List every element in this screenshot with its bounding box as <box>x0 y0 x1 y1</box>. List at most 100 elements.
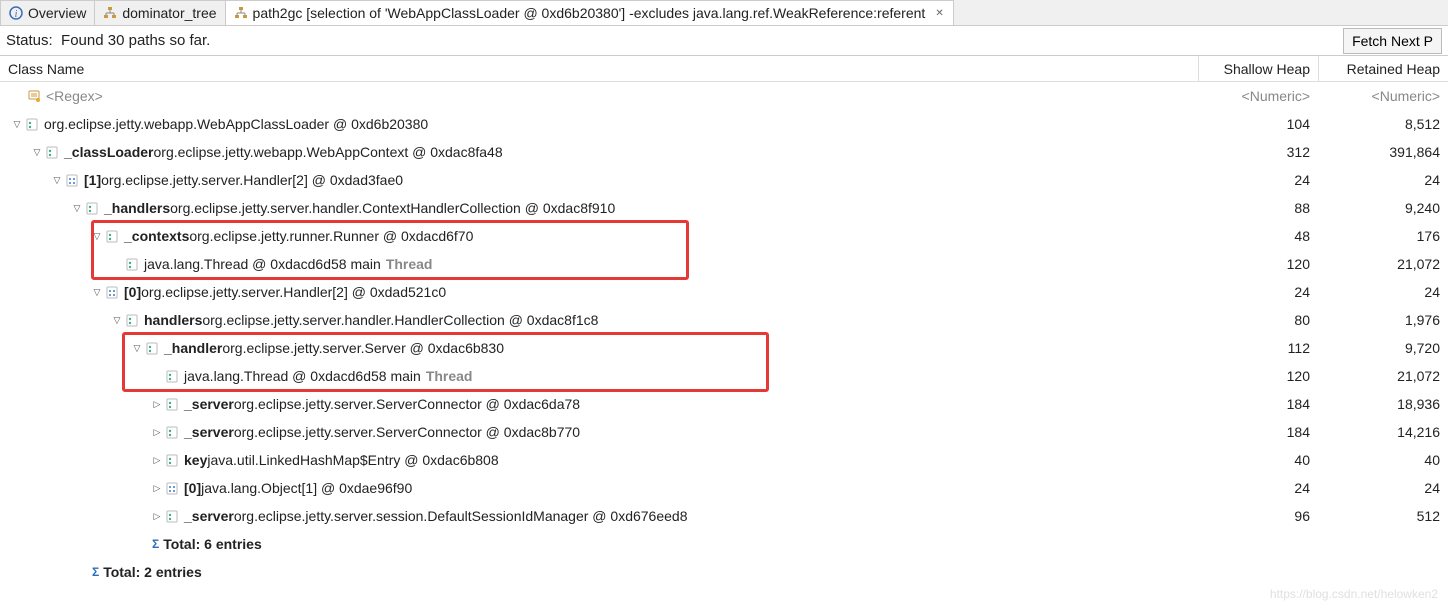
shallow-value: 88 <box>1198 200 1318 216</box>
table-row[interactable]: java.lang.Thread @ 0xdacd6d58 main Thread… <box>0 250 1448 278</box>
retained-value: 8,512 <box>1318 116 1448 132</box>
class-icon <box>164 368 180 384</box>
type-suffix: Thread <box>386 256 433 272</box>
retained-value: 1,976 <box>1318 312 1448 328</box>
class-path: java.util.LinkedHashMap$Entry @ 0xdac6b8… <box>207 452 498 468</box>
class-icon <box>164 424 180 440</box>
expand-toggle[interactable]: ▽ <box>130 343 144 354</box>
table-row[interactable]: java.lang.Thread @ 0xdacd6d58 mainThread… <box>0 362 1448 390</box>
class-icon <box>24 116 40 132</box>
expand-toggle[interactable]: ▽ <box>110 315 124 326</box>
table-row[interactable]: ΣTotal: 2 entries <box>0 558 1448 586</box>
shallow-value: 96 <box>1198 508 1318 524</box>
expand-toggle[interactable]: ▽ <box>90 287 104 298</box>
close-icon[interactable]: ✕ <box>935 8 945 18</box>
class-path: java.lang.Thread @ 0xdacd6d58 main <box>144 256 381 272</box>
table-row[interactable]: ▽handlers org.eclipse.jetty.server.handl… <box>0 306 1448 334</box>
expand-toggle[interactable]: ▷ <box>150 399 164 410</box>
field-name: _server <box>184 508 234 524</box>
shallow-value: 184 <box>1198 396 1318 412</box>
class-path: org.eclipse.jetty.server.Handler[2] @ 0x… <box>101 172 403 188</box>
class-path: org.eclipse.jetty.server.Server @ 0xdac6… <box>222 340 504 356</box>
table-header: Class Name Shallow Heap Retained Heap <box>0 56 1448 82</box>
status-bar: Status: Found 30 paths so far. Fetch Nex… <box>0 26 1448 56</box>
table-row[interactable]: ΣTotal: 6 entries <box>0 530 1448 558</box>
table-row[interactable]: ▽ org.eclipse.jetty.webapp.WebAppClassLoa… <box>0 110 1448 138</box>
table-row[interactable]: ▽_classLoader org.eclipse.jetty.webapp.W… <box>0 138 1448 166</box>
class-icon <box>164 396 180 412</box>
column-shallow-heap[interactable]: Shallow Heap <box>1198 56 1318 81</box>
retained-value: 14,216 <box>1318 424 1448 440</box>
class-path: org.eclipse.jetty.server.ServerConnector… <box>234 396 580 412</box>
retained-value: 40 <box>1318 452 1448 468</box>
class-path: org.eclipse.jetty.webapp.WebAppClassLoad… <box>44 116 428 132</box>
expand-toggle[interactable]: ▷ <box>150 427 164 438</box>
expand-toggle[interactable]: ▽ <box>90 231 104 242</box>
class-icon <box>44 144 60 160</box>
table-row[interactable]: ▽_contexts org.eclipse.jetty.runner.Runn… <box>0 222 1448 250</box>
class-icon <box>144 340 160 356</box>
field-name: [0] <box>124 284 141 300</box>
table-row[interactable]: ▽ _handler org.eclipse.jetty.server.Serve… <box>0 334 1448 362</box>
expand-toggle[interactable]: ▽ <box>10 119 24 130</box>
filter-icon <box>26 88 42 104</box>
table-row[interactable]: ▽[1] org.eclipse.jetty.server.Handler[2]… <box>0 166 1448 194</box>
table-row[interactable]: ▷_server org.eclipse.jetty.server.sessio… <box>0 502 1448 530</box>
class-icon <box>124 256 140 272</box>
field-name: _server <box>184 396 234 412</box>
field-name: key <box>184 452 207 468</box>
column-retained-heap[interactable]: Retained Heap <box>1318 56 1448 81</box>
table-row[interactable]: ▷ key java.util.LinkedHashMap$Entry @ 0xd… <box>0 446 1448 474</box>
table-row[interactable]: ▷_server org.eclipse.jetty.server.Server… <box>0 418 1448 446</box>
fetch-next-button[interactable]: Fetch Next P <box>1343 28 1442 54</box>
table-row[interactable]: ▽[0] org.eclipse.jetty.server.Handler[2]… <box>0 278 1448 306</box>
shallow-value: 80 <box>1198 312 1318 328</box>
watermark: https://blog.csdn.net/helowken2 <box>1270 587 1438 601</box>
svg-text:i: i <box>15 9 18 20</box>
field-name: _handler <box>164 340 222 356</box>
retained-value: 21,072 <box>1318 256 1448 272</box>
shallow-filter[interactable]: <Numeric> <box>1198 88 1318 104</box>
expand-toggle[interactable]: ▷ <box>150 511 164 522</box>
expand-toggle[interactable]: ▷ <box>150 483 164 494</box>
table-row[interactable]: ▷[0] java.lang.Object[1] @ 0xdae96f90242… <box>0 474 1448 502</box>
regex-placeholder[interactable]: <Regex> <box>46 88 103 104</box>
tab-bar: i Overview dominator_tree path2gc [selec… <box>0 0 1448 26</box>
retained-value: 18,936 <box>1318 396 1448 412</box>
type-suffix: Thread <box>426 368 473 384</box>
class-icon <box>104 228 120 244</box>
retained-value: 9,240 <box>1318 200 1448 216</box>
filter-row[interactable]: <Regex> <Numeric> <Numeric> <box>0 82 1448 110</box>
class-icon <box>164 508 180 524</box>
retained-value: 24 <box>1318 284 1448 300</box>
tree-icon <box>234 6 248 20</box>
field-name: _contexts <box>124 228 189 244</box>
tab-overview[interactable]: i Overview <box>0 0 95 25</box>
shallow-value: 120 <box>1198 368 1318 384</box>
shallow-value: 112 <box>1198 340 1318 356</box>
field-name: [0] <box>184 480 201 496</box>
table-row[interactable]: ▽_handlers org.eclipse.jetty.server.hand… <box>0 194 1448 222</box>
tab-dominator-tree[interactable]: dominator_tree <box>94 0 225 25</box>
expand-toggle[interactable]: ▽ <box>70 203 84 214</box>
field-name: _server <box>184 424 234 440</box>
retained-value: 24 <box>1318 172 1448 188</box>
status-text: Status: Found 30 paths so far. <box>6 32 210 49</box>
expand-toggle[interactable]: ▽ <box>50 175 64 186</box>
class-path: java.lang.Object[1] @ 0xdae96f90 <box>201 480 412 496</box>
retained-value: 21,072 <box>1318 368 1448 384</box>
table-row[interactable]: ▷ _server org.eclipse.jetty.server.Server… <box>0 390 1448 418</box>
tab-label: Overview <box>28 5 86 21</box>
retained-filter[interactable]: <Numeric> <box>1318 88 1448 104</box>
column-class-name[interactable]: Class Name <box>0 61 1198 77</box>
sigma-icon: Σ <box>152 537 159 551</box>
shallow-value: 184 <box>1198 424 1318 440</box>
expand-toggle[interactable]: ▷ <box>150 455 164 466</box>
retained-value: 176 <box>1318 228 1448 244</box>
tab-path2gc[interactable]: path2gc [selection of 'WebAppClassLoader… <box>225 0 955 25</box>
field-name: _classLoader <box>64 144 154 160</box>
shallow-value: 24 <box>1198 480 1318 496</box>
tab-label: dominator_tree <box>122 5 216 21</box>
expand-toggle[interactable]: ▽ <box>30 147 44 158</box>
tab-label: path2gc [selection of 'WebAppClassLoader… <box>253 5 926 21</box>
